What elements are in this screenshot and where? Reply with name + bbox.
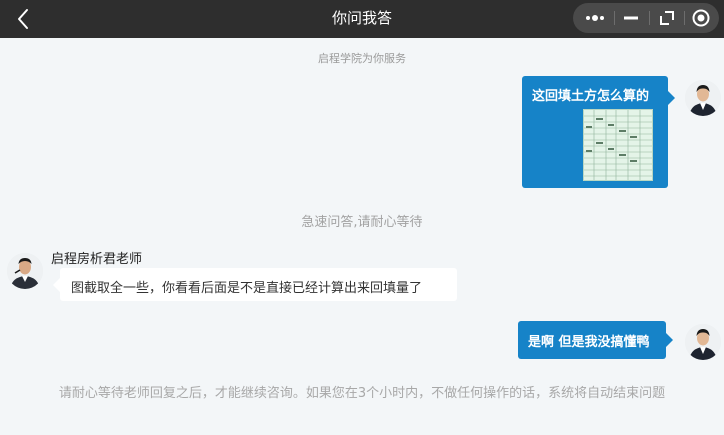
more-button[interactable] (577, 3, 613, 33)
teacher-message-bubble: 图截取全一些，你看看后面是不是直接已经计算出来回填量了 (53, 268, 457, 301)
auto-close-notice: 请耐心等待老师回复之后，才能继续咨询。如果您在3个小时内，不做任何操作的话，系统… (58, 386, 666, 401)
window-controls (573, 3, 719, 33)
title-bar: 你问我答 (0, 0, 724, 38)
more-icon (586, 15, 604, 21)
bubble-tail (666, 333, 673, 347)
user-avatar[interactable] (685, 324, 721, 360)
user-message-bubble: 是啊 但是我没搞懂鸭 (518, 321, 673, 359)
service-notice: 启程学院为你服务 (318, 52, 406, 65)
person-avatar-icon (685, 324, 721, 360)
bubble-tail (53, 278, 60, 292)
restore-icon (660, 11, 674, 25)
teacher-name: 启程房析君老师 (51, 252, 143, 267)
user-message-bubble: 这回填土方怎么算的 (522, 76, 675, 188)
attached-image[interactable] (583, 109, 653, 181)
message-text: 是啊 但是我没搞懂鸭 (528, 335, 650, 350)
person-avatar-icon (7, 253, 43, 289)
message-text: 图截取全一些，你看看后面是不是直接已经计算出来回填量了 (71, 281, 423, 296)
bubble-tail (668, 91, 675, 105)
person-avatar-icon (685, 80, 721, 116)
close-circle-icon (692, 9, 710, 27)
close-button[interactable] (683, 3, 719, 33)
minimize-button[interactable] (613, 3, 649, 33)
message-text: 这回填土方怎么算的 (532, 89, 650, 104)
user-avatar[interactable] (685, 80, 721, 116)
teacher-avatar[interactable] (7, 253, 43, 289)
table-screenshot-thumbnail (584, 110, 652, 180)
waiting-notice: 急速问答,请耐心等待 (301, 215, 423, 230)
minimize-icon (624, 16, 638, 20)
restore-button[interactable] (649, 3, 685, 33)
